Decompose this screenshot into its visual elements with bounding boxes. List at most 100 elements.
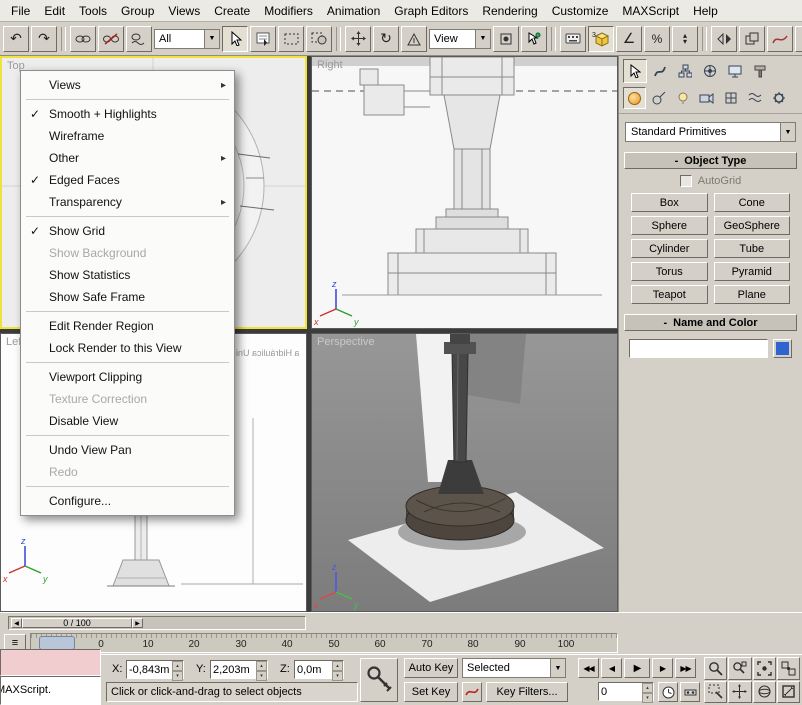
autogrid-checkbox[interactable] [680,175,692,187]
viewport-perspective-label[interactable]: Perspective [317,336,374,348]
key-filters-button[interactable]: Key Filters... [486,682,568,702]
set-key-button[interactable]: Set Key [404,682,458,702]
cone-button[interactable]: Cone [714,193,791,212]
zoom-extents-all-icon[interactable] [777,657,800,680]
reference-coordinate-system-dropdown[interactable]: View ▼ [429,29,491,49]
select-and-manipulate-icon[interactable] [521,26,547,52]
lights-category-icon[interactable] [671,87,694,109]
object-name-input[interactable] [630,340,767,357]
pyramid-button[interactable]: Pyramid [714,262,791,281]
dropdown-arrow-icon[interactable]: ▼ [780,123,795,141]
object-color-swatch[interactable] [773,339,792,358]
select-object-icon[interactable] [222,26,248,52]
listener-pane[interactable]: MAXScript. [0,676,101,705]
helpers-category-icon[interactable] [719,87,742,109]
frame-spinner[interactable]: ▴▾ [642,683,653,700]
zoom-region-icon[interactable] [704,681,727,704]
ctx-viewport-clipping[interactable]: Viewport Clipping [21,366,234,388]
track-bar-ruler[interactable]: 0 10 20 30 40 50 60 70 80 90 100 [30,633,618,653]
geosphere-button[interactable]: GeoSphere [714,216,791,235]
z-coord-input[interactable] [295,661,332,678]
redo-icon[interactable]: ↷ [31,26,57,52]
menu-modifiers[interactable]: Modifiers [257,1,320,21]
auto-key-button[interactable]: Auto Key [404,658,458,678]
ctx-wireframe[interactable]: Wireframe [21,125,234,147]
systems-category-icon[interactable] [767,87,790,109]
material-editor-icon[interactable] [795,26,802,52]
ctx-configure[interactable]: Configure... [21,490,234,512]
menu-edit[interactable]: Edit [37,1,72,21]
menu-help[interactable]: Help [686,1,725,21]
undo-icon[interactable]: ↶ [3,26,29,52]
menu-customize[interactable]: Customize [545,1,616,21]
ctx-show-grid[interactable]: ✓Show Grid [21,220,234,242]
arc-rotate-icon[interactable] [753,681,776,704]
x-coord-input[interactable] [127,661,172,678]
z-spinner[interactable]: ▴▾ [332,661,343,678]
percent-snap-toggle-icon[interactable]: % [644,26,670,52]
selection-filter-dropdown[interactable]: All ▼ [154,29,220,49]
primitives-category-dropdown[interactable]: Standard Primitives ▼ [625,122,796,142]
bind-to-space-warp-icon[interactable] [126,26,152,52]
sphere-button[interactable]: Sphere [631,216,708,235]
zoom-icon[interactable] [704,657,727,680]
select-and-link-icon[interactable] [70,26,96,52]
window-crossing-icon[interactable] [306,26,332,52]
go-to-start-button[interactable]: ◀◀ [578,658,599,678]
time-slider-value[interactable]: 0 / 100 [22,618,132,628]
time-slider-prev-arrow-icon[interactable]: ◀ [11,618,22,628]
torus-button[interactable]: Torus [631,262,708,281]
viewport-right[interactable]: Right [311,56,618,329]
snaps-toggle-3d-icon[interactable]: 3 [588,26,614,52]
go-to-end-button[interactable]: ▶▶ [675,658,696,678]
current-frame-input[interactable] [599,683,642,700]
previous-frame-button[interactable]: ◀ [601,658,622,678]
menu-tools[interactable]: Tools [72,1,114,21]
ctx-show-statistics[interactable]: Show Statistics [21,264,234,286]
menu-create[interactable]: Create [207,1,257,21]
shapes-category-icon[interactable] [647,87,670,109]
ctx-other[interactable]: Other▸ [21,147,234,169]
mirror-icon[interactable] [711,26,737,52]
motion-tab[interactable] [698,59,722,83]
time-configuration-icon[interactable] [658,682,678,702]
geometry-category-icon[interactable] [623,87,646,109]
angle-snap-toggle-icon[interactable]: ∠ [616,26,642,52]
menu-graph-editors[interactable]: Graph Editors [387,1,475,21]
selection-lock-toggle[interactable] [360,658,398,702]
menu-group[interactable]: Group [114,1,161,21]
ctx-disable-view[interactable]: Disable View [21,410,234,432]
ctx-smooth-highlights[interactable]: ✓Smooth + Highlights [21,103,234,125]
box-button[interactable]: Box [631,193,708,212]
select-and-move-icon[interactable] [345,26,371,52]
object-type-rollout-header[interactable]: - Object Type [624,152,797,169]
teapot-button[interactable]: Teapot [631,285,708,304]
set-key-mode-icon[interactable] [462,682,482,702]
space-warps-category-icon[interactable] [743,87,766,109]
key-mode-toggle-icon[interactable] [680,682,700,702]
cameras-category-icon[interactable] [695,87,718,109]
dropdown-arrow-icon[interactable]: ▼ [475,30,490,48]
maximize-viewport-toggle-icon[interactable] [777,681,800,704]
time-slider-track[interactable]: ◀ 0 / 100 ▶ [8,616,306,630]
track-bar-thumb[interactable] [39,636,75,650]
zoom-all-icon[interactable] [728,657,751,680]
ctx-lock-render[interactable]: Lock Render to this View [21,337,234,359]
rectangular-selection-region-icon[interactable] [278,26,304,52]
spinner-snap-toggle-icon[interactable]: ▴▾ [672,26,698,52]
menu-rendering[interactable]: Rendering [475,1,544,21]
dropdown-arrow-icon[interactable]: ▼ [204,30,219,48]
ctx-undo-view-pan[interactable]: Undo View Pan [21,439,234,461]
display-tab[interactable] [723,59,747,83]
y-spinner[interactable]: ▴▾ [256,661,267,678]
macro-recorder-pane[interactable] [0,649,101,676]
zoom-extents-icon[interactable] [753,657,776,680]
curve-editor-icon[interactable] [767,26,793,52]
menu-animation[interactable]: Animation [320,1,387,21]
select-by-name-icon[interactable] [250,26,276,52]
align-icon[interactable] [739,26,765,52]
cylinder-button[interactable]: Cylinder [631,239,708,258]
pan-icon[interactable] [728,681,751,704]
dropdown-arrow-icon[interactable]: ▼ [550,659,565,677]
plane-button[interactable]: Plane [714,285,791,304]
